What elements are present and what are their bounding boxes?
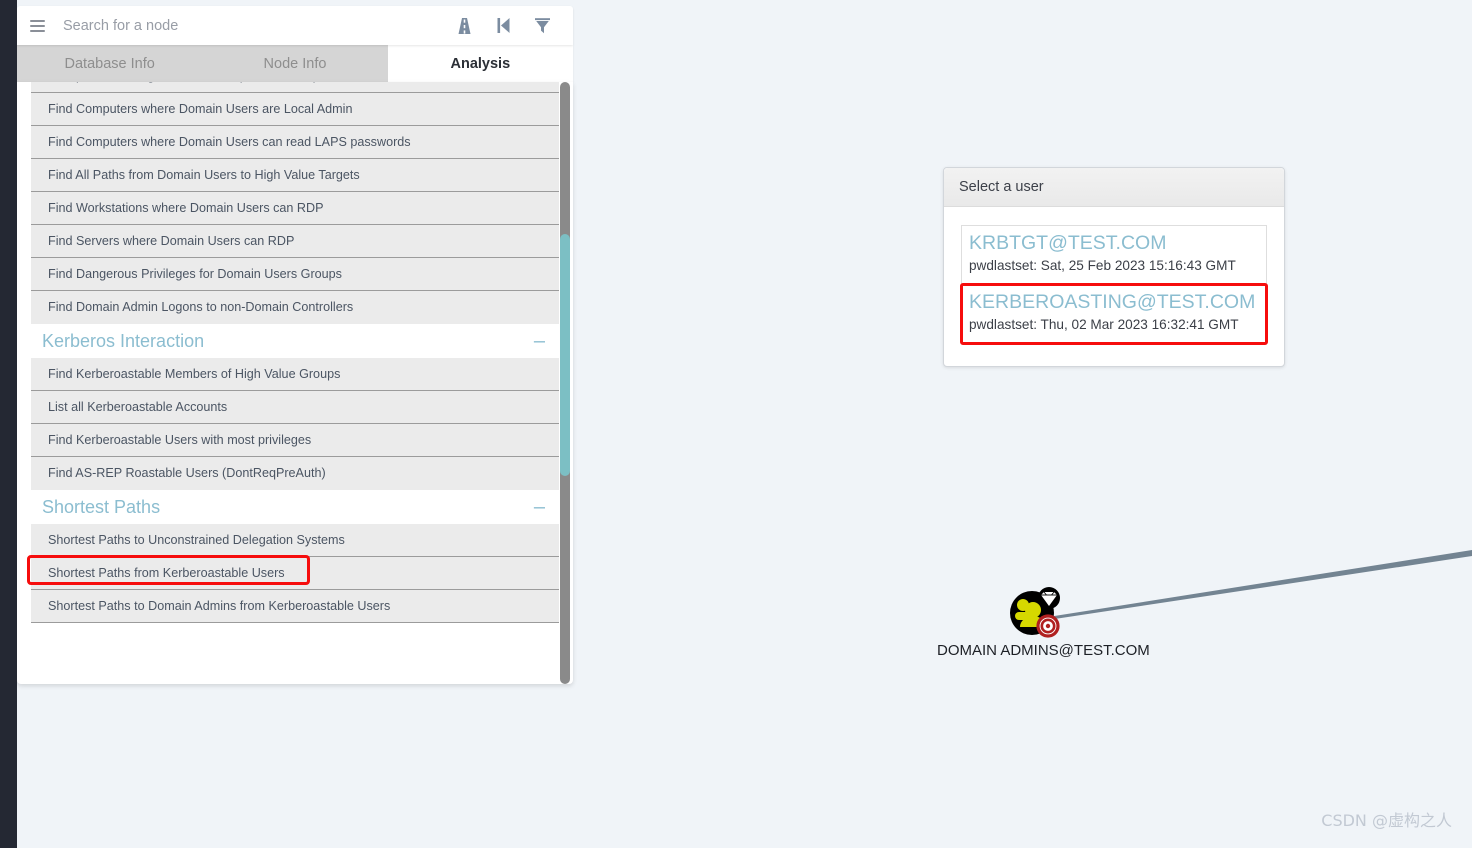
analysis-query-item[interactable]: Groups with Foreign Domain Group Members… [31, 82, 559, 93]
left-rail [0, 0, 17, 848]
search-bar [17, 6, 573, 45]
analysis-query-item[interactable]: Find Kerberoastable Users with most priv… [31, 424, 559, 457]
select-user-title: Select a user [944, 168, 1284, 207]
analysis-query-item[interactable]: Find Computers where Domain Users can re… [31, 126, 559, 159]
search-input[interactable] [57, 17, 453, 34]
tab-node-info[interactable]: Node Info [202, 45, 388, 82]
tab-analysis[interactable]: Analysis [387, 45, 573, 82]
analysis-group-kerberos-interaction[interactable]: Kerberos Interaction – [31, 324, 559, 358]
select-user-options: KRBTGT@TEST.COM pwdlastset: Sat, 25 Feb … [944, 207, 1284, 366]
user-option-kerberoasting[interactable]: KERBEROASTING@TEST.COM pwdlastset: Thu, … [960, 283, 1268, 345]
left-panel: Database Info Node Info Analysis Groups … [17, 6, 573, 684]
analysis-group-shortest-paths[interactable]: Shortest Paths – [31, 490, 559, 524]
analysis-query-item[interactable]: Find Dangerous Privileges for Domain Use… [31, 258, 559, 291]
analysis-query-item[interactable]: List all Kerberoastable Accounts [31, 391, 559, 424]
analysis-query-item[interactable]: Find Computers where Domain Users are Lo… [31, 93, 559, 126]
pathfinding-icon[interactable] [453, 14, 475, 38]
user-pwdlastset: pwdlastset: Sat, 25 Feb 2023 15:16:43 GM… [969, 258, 1236, 273]
graph-node-label: DOMAIN ADMINS@TEST.COM [937, 642, 1150, 659]
analysis-query-item[interactable]: Find Workstations where Domain Users can… [31, 192, 559, 225]
collapse-minus-icon[interactable]: – [534, 497, 548, 517]
analysis-query-item[interactable]: Find Servers where Domain Users can RDP [31, 225, 559, 258]
analysis-query-item[interactable]: Find Kerberoastable Members of High Valu… [31, 358, 559, 391]
analysis-query-item[interactable]: Shortest Paths to Unconstrained Delegati… [31, 524, 559, 557]
select-user-dialog: Select a user KRBTGT@TEST.COM pwdlastset… [943, 167, 1285, 367]
user-upn: KRBTGT@TEST.COM [969, 232, 1167, 254]
watermark: CSDN @虚构之人 [1321, 811, 1452, 830]
analysis-query-item[interactable]: Find Domain Admin Logons to non-Domain C… [31, 291, 559, 324]
analysis-query-item[interactable]: Find All Paths from Domain Users to High… [31, 159, 559, 192]
user-upn: KERBEROASTING@TEST.COM [969, 291, 1256, 313]
analysis-query-item[interactable]: Shortest Paths to Domain Admins from Ker… [31, 590, 559, 623]
user-pwdlastset: pwdlastset: Thu, 02 Mar 2023 16:32:41 GM… [969, 317, 1239, 332]
collapse-minus-icon[interactable]: – [534, 331, 548, 351]
graph-node-domain-admins[interactable] [1008, 587, 1063, 639]
search-toolbar [453, 14, 573, 38]
list-scrollbar-thumb[interactable] [560, 234, 570, 476]
analysis-query-item[interactable]: Find AS-REP Roastable Users (DontReqPreA… [31, 457, 559, 490]
analysis-group-label: Kerberos Interaction [42, 331, 205, 351]
group-node-icon [1010, 587, 1060, 638]
tab-bar: Database Info Node Info Analysis [17, 45, 573, 82]
analysis-query-item[interactable]: Shortest Paths from Kerberoastable Users [31, 557, 559, 590]
analysis-group-label: Shortest Paths [42, 497, 161, 517]
analysis-list: Groups with Foreign Domain Group Members… [17, 82, 573, 623]
skip-back-icon[interactable] [492, 14, 514, 38]
filter-icon[interactable] [531, 14, 553, 38]
hamburger-menu-icon[interactable] [17, 6, 57, 45]
user-option-krbtgt[interactable]: KRBTGT@TEST.COM pwdlastset: Sat, 25 Feb … [961, 225, 1267, 285]
list-scrollbar-track[interactable] [560, 82, 570, 684]
graph-edge-line [1048, 550, 1472, 620]
tab-database-info[interactable]: Database Info [17, 45, 203, 82]
analysis-list-container: Groups with Foreign Domain Group Members… [17, 82, 573, 684]
